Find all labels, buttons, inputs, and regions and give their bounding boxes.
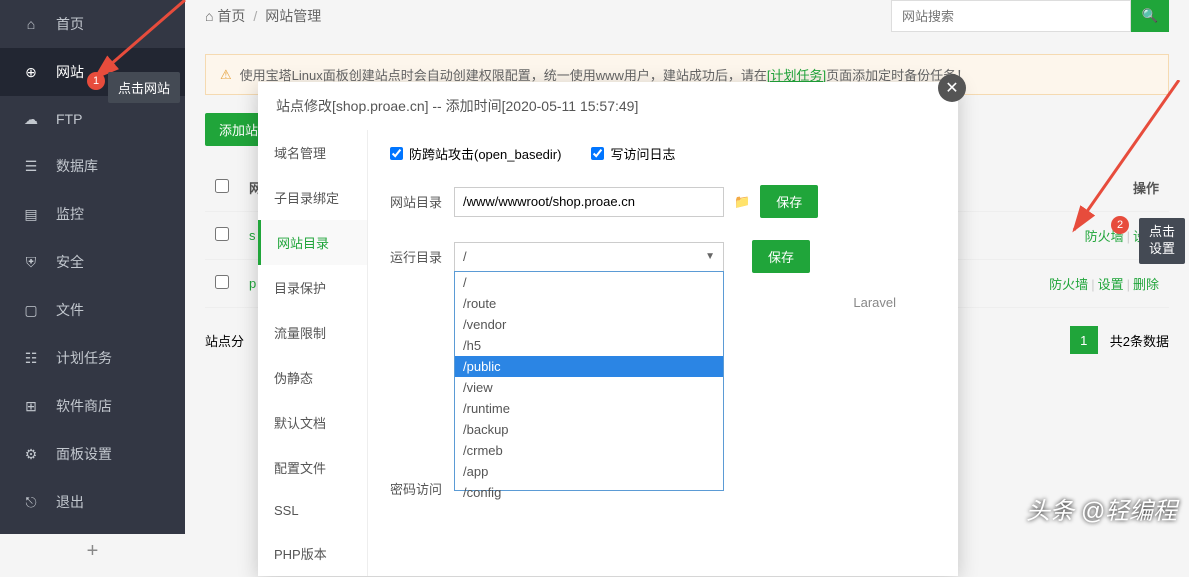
dropdown-item[interactable]: /runtime <box>455 398 723 419</box>
tab-ssl[interactable]: SSL <box>258 490 367 531</box>
watermark: 头条 @轻编程 <box>1026 491 1177 526</box>
run-dir-select[interactable]: /▼ / /route /vendor /h5 /public /view /r… <box>454 242 724 272</box>
dropdown-item[interactable]: /app <box>455 461 723 482</box>
callout-2: 点击设置 <box>1139 218 1185 264</box>
badge-1: 1 <box>87 72 105 90</box>
dropdown-item[interactable]: /backup <box>455 419 723 440</box>
modal-title: 站点修改[shop.proae.cn] -- 添加时间[2020-05-11 1… <box>258 82 958 130</box>
dropdown-item[interactable]: /config <box>455 482 723 503</box>
save-dir-button[interactable]: 保存 <box>760 185 818 218</box>
folder-icon[interactable]: 📁 <box>734 194 750 210</box>
tab-defaultdoc[interactable]: 默认文档 <box>258 400 367 445</box>
tab-rewrite[interactable]: 伪静态 <box>258 355 367 400</box>
dropdown-item[interactable]: / <box>455 272 723 293</box>
dropdown-item[interactable]: /vendor <box>455 314 723 335</box>
site-edit-modal: ✕ 站点修改[shop.proae.cn] -- 添加时间[2020-05-11… <box>258 82 958 576</box>
chevron-down-icon: ▼ <box>705 251 715 262</box>
tab-traffic[interactable]: 流量限制 <box>258 310 367 355</box>
write-log-checkbox[interactable]: 写访问日志 <box>591 144 675 163</box>
open-basedir-checkbox[interactable]: 防跨站攻击(open_basedir) <box>390 144 561 163</box>
run-dir-dropdown: / /route /vendor /h5 /public /view /runt… <box>454 271 724 491</box>
tab-domain[interactable]: 域名管理 <box>258 130 367 175</box>
callout-1: 点击网站 <box>108 72 180 103</box>
tab-dirprotect[interactable]: 目录保护 <box>258 265 367 310</box>
close-button[interactable]: ✕ <box>938 74 966 102</box>
site-dir-input[interactable] <box>454 187 724 217</box>
tab-subdir[interactable]: 子目录绑定 <box>258 175 367 220</box>
dropdown-item[interactable]: /crmeb <box>455 440 723 461</box>
tab-sitedir[interactable]: 网站目录 <box>258 220 367 265</box>
badge-2: 2 <box>1111 216 1129 234</box>
close-icon: ✕ <box>945 78 958 98</box>
modal-tabs: 域名管理 子目录绑定 网站目录 目录保护 流量限制 伪静态 默认文档 配置文件 … <box>258 130 368 576</box>
modal-content: 防跨站攻击(open_basedir) 写访问日志 网站目录 📁 保存 运行目录… <box>368 130 958 576</box>
save-run-button[interactable]: 保存 <box>752 240 810 273</box>
tab-config[interactable]: 配置文件 <box>258 445 367 490</box>
dropdown-item-public[interactable]: /public <box>455 356 723 377</box>
dropdown-item[interactable]: /h5 <box>455 335 723 356</box>
tab-php[interactable]: PHP版本 <box>258 531 367 576</box>
dropdown-item[interactable]: /route <box>455 293 723 314</box>
dropdown-item[interactable]: /view <box>455 377 723 398</box>
